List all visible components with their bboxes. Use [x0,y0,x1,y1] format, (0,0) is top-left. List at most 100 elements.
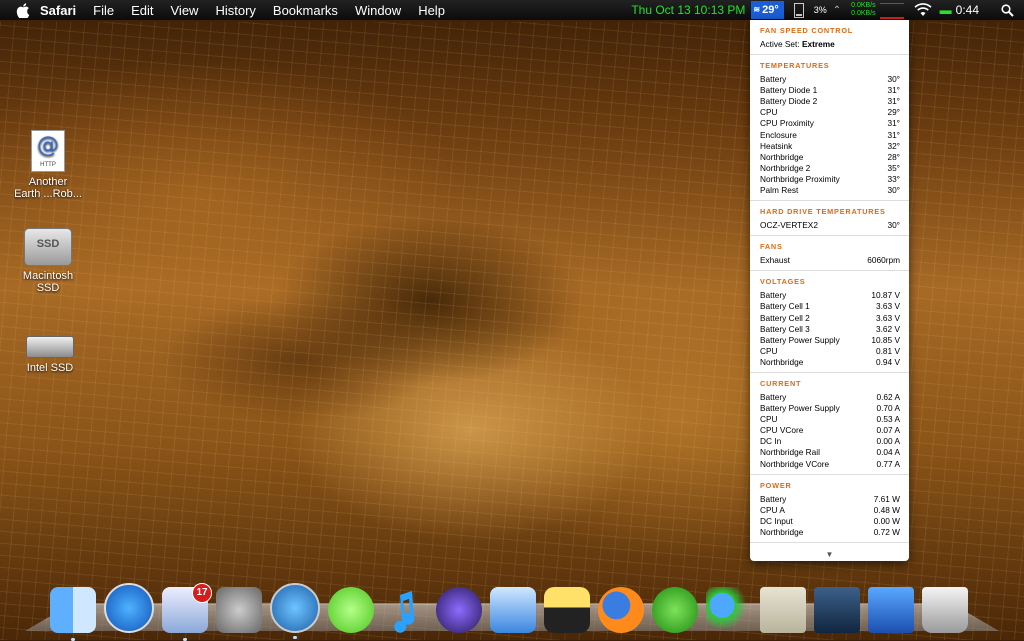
ssd-drive-icon: SSD [24,228,72,266]
sensor-name: CPU [760,414,778,425]
sensor-row: Northbridge 28° [760,152,900,163]
active-set-row[interactable]: Active Set: Extreme [760,39,900,50]
sensor-name: Battery [760,74,787,85]
messenger-icon[interactable] [706,587,752,633]
section-title: HARD DRIVE TEMPERATURES [760,207,886,217]
sensor-name: Enclosure [760,129,797,140]
sensor-name: Battery Diode 1 [760,85,818,96]
menu-window[interactable]: Window [355,3,401,18]
sensor-name: CPU Proximity [760,118,814,129]
apple-icon[interactable] [16,2,30,18]
sensor-name: Exhaust [760,255,790,266]
desktop-icon-label: SSD [36,282,60,294]
menu-history[interactable]: History [215,3,255,18]
spotlight-search-icon[interactable] [1001,3,1014,17]
net-down-speed: 0.0KB/s [851,10,876,17]
menu-edit[interactable]: Edit [131,3,153,18]
desktop-icon-label: Intel SSD [26,362,74,374]
sensor-name: Battery Power Supply [760,403,840,414]
sensor-name: Battery Cell 3 [760,323,810,334]
sensor-value: 0.81 V [876,345,900,356]
utorrent-icon[interactable] [652,587,698,633]
desktop-icon-webloc[interactable]: @ HTTP Another Earth ...Rob... [3,130,93,200]
sensor-value: 31° [887,96,900,107]
sensor-value: 28° [887,151,900,162]
sensor-value: 31° [887,129,900,140]
menu-view[interactable]: View [171,3,199,18]
menubar-clock[interactable]: Thu Oct 13 10:13 PM [631,3,745,17]
sensor-value: 10.87 V [871,290,900,301]
music-note-icon[interactable] [382,587,428,633]
sensor-row: CPU 0.53 A [760,414,900,425]
sensor-row: Northbridge Rail 0.04 A [760,447,900,458]
net-up-speed: 0.0KB/s [851,2,876,9]
trash-icon[interactable] [922,587,968,633]
desktop-icon-macintosh-ssd[interactable]: SSD Macintosh SSD [3,228,93,294]
sensor-row: Northbridge 2 35° [760,163,900,174]
sensor-row: Northbridge VCore 0.77 A [760,459,900,470]
sensor-row: Northbridge 0.72 W [760,527,900,538]
itunes-icon[interactable] [436,587,482,633]
desktop-icon-label: Macintosh [22,270,74,282]
word-icon[interactable] [490,587,536,633]
sensor-row: Northbridge Proximity 33° [760,174,900,185]
sensor-name: Battery [760,391,787,402]
sensor-value: 0.04 A [876,447,900,458]
menu-app-safari[interactable]: Safari [40,3,76,18]
wifi-icon[interactable] [914,3,932,17]
menu-help[interactable]: Help [418,3,445,18]
firefox-icon[interactable] [598,587,644,633]
battery-icon[interactable] [793,2,804,18]
sensor-row: CPU VCore 0.07 A [760,425,900,436]
sensor-value: 0.77 A [876,458,900,469]
temperatures-section: TEMPERATURES Battery 30° Battery Diode 1 31… [750,55,909,202]
sensor-value: 0.94 V [876,356,900,367]
desktop-icon-label: Another [28,176,68,188]
power-plug-icon[interactable]: ▬ [940,3,952,17]
sensor-row: Northbridge 0.94 V [760,357,900,368]
sensor-row: CPU 0.81 V [760,346,900,357]
sensor-name: Battery Cell 2 [760,312,810,323]
http-document-icon: @ HTTP [31,130,65,172]
network-monitor[interactable]: 0.0KB/s 0.0KB/s [851,2,876,18]
fan-control-dropdown: FAN SPEED CONTROL Active Set: Extreme TE… [750,20,909,561]
voltages-section: VOLTAGES Battery 10.87 V Battery Cell 1 3.6… [750,271,909,373]
sensor-value: 35° [887,162,900,173]
mail-icon[interactable]: 17 [162,583,212,641]
temperature-value: 29° [762,4,779,16]
finder-icon[interactable] [50,587,96,641]
system-preferences-icon[interactable] [216,587,262,633]
sensor-row: Heatsink 32° [760,141,900,152]
sensor-name: Battery [760,493,787,504]
sensor-name: DC In [760,436,782,447]
sensor-value: 0.00 W [873,515,900,526]
menu-file[interactable]: File [93,3,114,18]
safari-icon[interactable] [270,583,320,639]
sensor-name: Northbridge Rail [760,447,820,458]
skype-icon[interactable] [328,587,374,633]
classic-mac-icon[interactable] [760,587,806,633]
sensor-value: 30° [887,74,900,85]
scroll-down-arrow-icon[interactable]: ▼ [750,550,909,559]
sensor-value: 33° [887,173,900,184]
downloads-icon[interactable] [868,587,914,633]
upload-arrow-icon[interactable]: ⌃ [833,5,841,16]
applications-folder-icon[interactable] [814,587,860,633]
network-graph [879,1,904,19]
clock-widget-icon[interactable] [544,587,590,633]
app-store-icon[interactable] [104,583,154,633]
dock: 17 [50,573,990,641]
sensor-value: 0.53 A [876,414,900,425]
desktop-icon-intel-ssd[interactable]: Intel SSD [5,328,95,374]
menu-bookmarks[interactable]: Bookmarks [273,3,338,18]
sensor-name: Battery Power Supply [760,334,840,345]
battery-time[interactable]: 0:44 [956,3,979,17]
sensor-name: CPU [760,345,778,356]
sensor-name: CPU VCore [760,425,804,436]
section-title: VOLTAGES [760,277,806,287]
sensor-value: 3.62 V [876,323,900,334]
sensor-row: Exhaust 6060rpm [760,255,900,266]
sensor-row: Battery 0.62 A [760,392,900,403]
temperature-status-item[interactable]: ≋ 29° [751,1,784,19]
sensor-value: 0.62 A [876,391,900,402]
